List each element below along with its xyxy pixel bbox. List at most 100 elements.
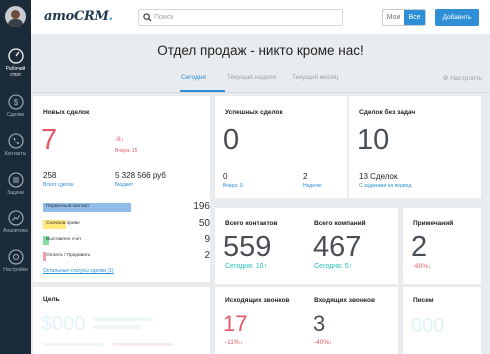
goal-placeholder-line [43,343,103,346]
stage-value: 2 [204,250,210,261]
sidebar-item-label: Контакты [4,151,27,157]
no-tasks-value: 10 [357,124,390,156]
period-tabs: Сегодня Текущая неделя Текущий месяц ⚙ Н… [31,71,490,93]
goal-placeholder-line [93,317,153,321]
stage-value: 196 [193,201,210,212]
goal-placeholder-line [113,343,173,346]
logo-text: amoCRM [44,9,109,24]
outgoing-delta: -11%↓ [225,339,243,346]
settings-label: Настроить [450,75,482,82]
won-deals-value: 0 [223,124,240,156]
card-title: Успешных сделок [225,109,283,116]
stage-label: Выставлен счет [46,237,82,242]
sidebar-item-settings[interactable]: Настройки [0,249,31,273]
no-tasks-count: 13 Сделок [359,172,398,181]
won-right-value: 2 [303,172,308,181]
card-title: Примечаний [413,220,454,227]
tab-week[interactable]: Текущая неделя [227,74,276,81]
top-bar: amoCRM. Мои Все Добавить [31,0,490,34]
stage-label: Оплата / Продавать [46,253,91,258]
won-left-caption: Вчера: 0 [223,183,243,189]
incoming-delta: -40%↓ [314,339,333,346]
no-tasks-card[interactable]: Сделок без задач 10 13 Сделок С задачами… [349,96,481,198]
svg-text:$: $ [13,98,18,107]
notes-value: 2 [411,231,428,263]
companies-value: 467 [313,231,362,263]
contacts-value: 559 [223,231,272,263]
stage-row[interactable]: Первичный контакт 196 [43,201,210,212]
new-deals-delta: -8↓ [115,136,125,143]
contacts-companies-card[interactable]: Всего контактов 559 Сегодня: 10↑ Всего к… [215,208,398,284]
notes-card[interactable]: Примечаний 2 -60%↓ [403,208,481,284]
contacts-title: Всего контактов [225,220,278,227]
phone-icon [7,133,24,149]
avatar[interactable] [5,6,26,27]
stage-row[interactable]: Оплата / Продавать 2 [43,250,210,261]
won-right-caption: Неделю [303,183,322,189]
search-input[interactable] [154,11,339,24]
total-deals-value: 258 [43,171,57,180]
incoming-value: 3 [313,311,326,336]
stage-value: 9 [204,234,210,245]
tab-today[interactable]: Сегодня [181,74,206,81]
no-tasks-caption: С задачами на период [359,183,412,189]
sidebar-item-label: Задачи [7,190,24,196]
scope-toggle: Мои Все [382,9,426,26]
analytics-icon [7,210,24,226]
search-box [138,9,343,26]
page-title: Отдел продаж - никто кроме нас! [157,43,364,58]
sidebar-item-label: Настройки [3,267,28,273]
logo[interactable]: amoCRM. [44,9,113,24]
gear-icon [7,249,24,265]
sidebar-item-dashboard[interactable]: Рабочий стол [0,48,31,78]
incoming-title: Входящих звонков [314,297,375,304]
calls-card[interactable]: Исходящих звонков 17 -11%↓ Входящих звон… [215,287,398,354]
notes-delta: -60%↓ [413,263,432,270]
stage-row[interactable]: Выставлен счет 9 [43,234,210,245]
new-deals-card[interactable]: Новых сделок 7 -8↓ Вчера: 15 258 Всего с… [33,96,210,282]
scope-mine-button[interactable]: Мои [383,10,404,25]
tabs-divider [31,92,490,93]
dashboard-icon [7,48,24,64]
goal-card[interactable]: Цель $000 [33,287,210,354]
other-stages-link[interactable]: Остальные статусы сделки (1) [43,268,114,274]
companies-title: Всего компаний [314,220,366,227]
stage-value: 50 [198,218,210,229]
add-button[interactable]: Добавить [435,9,479,26]
letters-faded-value: 000 [411,315,445,337]
dollar-icon: $ [7,94,24,110]
letters-card[interactable]: Писем 000 [403,287,481,354]
stage-label: Первичный контакт [46,204,90,209]
sidebar-item-analytics[interactable]: Аналитика [0,210,31,234]
sidebar-item-tasks[interactable]: Задачи [0,172,31,196]
goal-placeholder-line [93,325,141,329]
goal-faded-value: $000 [41,313,86,335]
sidebar: Рабочий стол $ Сделки Контакты Задачи Ан… [0,0,31,354]
card-title: Сделок без задач [359,109,416,116]
budget-value: 5 328 566 руб [115,171,166,180]
companies-today: Сегодня: 5↑ [314,263,353,270]
new-deals-value: 7 [41,124,58,156]
tab-month[interactable]: Текущий месяц [292,74,338,81]
sidebar-item-label: Рабочий стол [5,66,26,78]
total-deals-caption: Всего сделок [43,182,74,188]
sidebar-item-contacts[interactable]: Контакты [0,133,31,157]
settings-link[interactable]: ⚙ Настроить [443,74,482,82]
won-deals-card[interactable]: Успешных сделок 0 0 Вчера: 0 2 Неделю [215,96,347,198]
sidebar-item-deals[interactable]: $ Сделки [0,94,31,118]
new-deals-yesterday: Вчера: 15 [115,148,138,154]
search-icon [143,13,152,22]
outgoing-title: Исходящих звонков [225,297,290,304]
contacts-today: Сегодня: 10↑ [225,263,268,270]
scope-all-button[interactable]: Все [404,10,425,25]
card-title: Цель [43,296,60,303]
sidebar-item-label: Аналитика [3,228,28,234]
budget-caption: Бюджет [115,182,134,188]
logo-dot: . [108,9,114,24]
card-title: Писем [413,297,434,304]
card-title: Новых сделок [43,109,90,116]
won-left-value: 0 [223,172,228,181]
stage-row[interactable]: Сначала приве 50 [43,218,210,229]
tasks-list-icon [7,172,24,188]
stage-label: Сначала приве [46,221,80,226]
